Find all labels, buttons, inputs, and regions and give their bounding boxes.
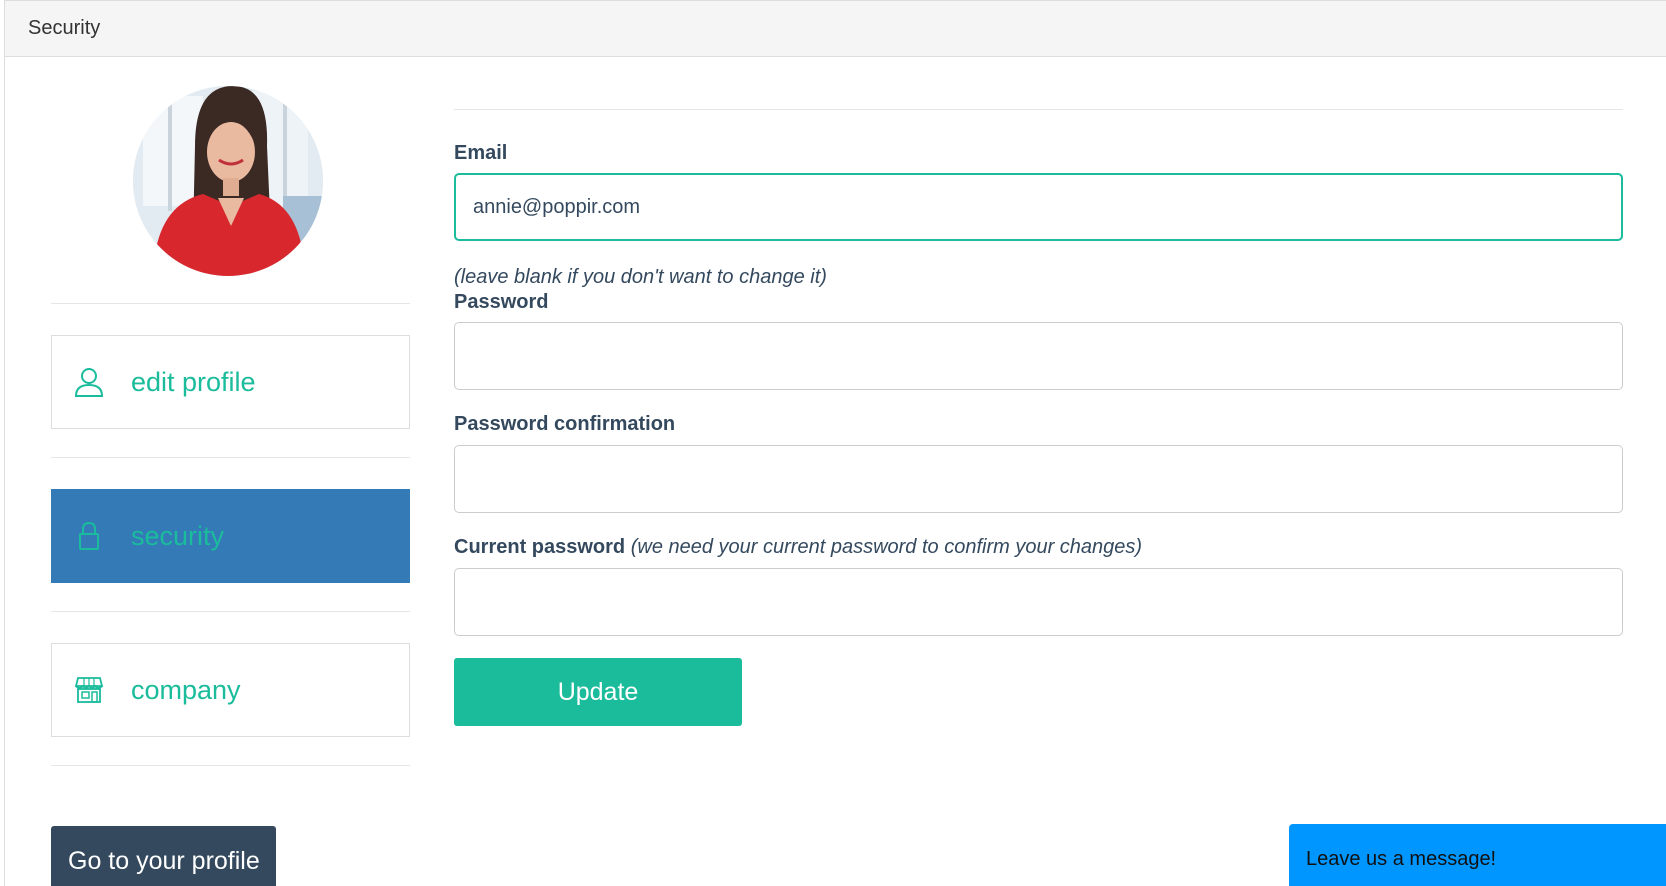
current-password-field[interactable]: [454, 568, 1623, 636]
sidebar-item-edit-profile[interactable]: edit profile: [51, 335, 410, 429]
sidebar-item-label: security: [131, 521, 225, 551]
current-password-label-row: Current password (we need your current p…: [454, 536, 1142, 559]
store-icon: [74, 674, 104, 706]
sidebar-item-label: company: [131, 675, 241, 705]
sidebar-divider: [51, 457, 410, 458]
chat-widget[interactable]: Leave us a message!: [1289, 824, 1666, 886]
password-label: Password: [454, 291, 549, 313]
panel-title: Security: [5, 1, 1666, 57]
current-password-label: Current password: [454, 536, 626, 558]
go-to-profile-button[interactable]: Go to your profile: [51, 826, 276, 886]
lock-icon: [74, 520, 104, 552]
form-divider: [454, 109, 1623, 110]
email-label: Email: [454, 142, 508, 164]
email-field[interactable]: [454, 173, 1623, 241]
password-confirmation-field[interactable]: [454, 445, 1623, 513]
avatar: [133, 86, 323, 276]
password-blank-note: (leave blank if you don't want to change…: [454, 266, 827, 288]
sidebar-divider: [51, 611, 410, 612]
sidebar-item-company[interactable]: company: [51, 643, 410, 737]
sidebar-item-label: edit profile: [131, 367, 256, 397]
password-field[interactable]: [454, 322, 1623, 390]
user-icon: [74, 366, 104, 398]
chat-widget-label: Leave us a message!: [1306, 848, 1497, 870]
sidebar-divider: [51, 303, 410, 304]
sidebar-item-security[interactable]: security: [51, 489, 410, 583]
password-confirmation-label: Password confirmation: [454, 413, 676, 435]
update-button[interactable]: Update: [454, 658, 742, 726]
current-password-hint: (we need your current password to confir…: [630, 536, 1143, 558]
sidebar-divider: [51, 765, 410, 766]
